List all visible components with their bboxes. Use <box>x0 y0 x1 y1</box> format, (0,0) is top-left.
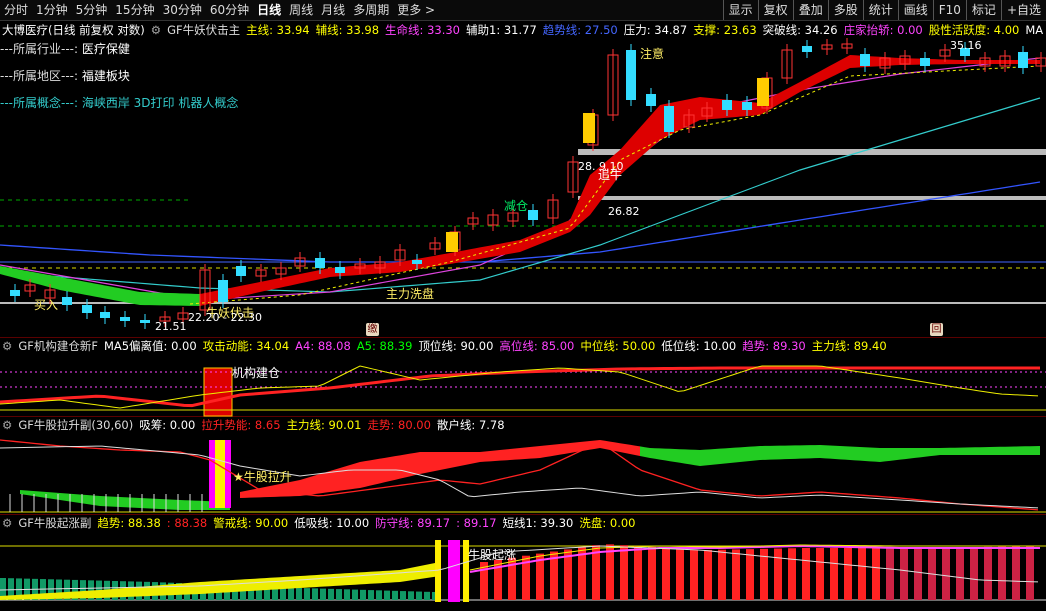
annotation-bull-rise: ★牛股拉升 <box>233 470 292 484</box>
histogram-bar <box>998 546 1006 600</box>
histogram-bar <box>788 548 796 600</box>
candle <box>626 50 636 100</box>
histogram-bar <box>376 590 382 600</box>
candle <box>528 210 538 220</box>
chart-canvas <box>0 38 1046 602</box>
histogram-bar <box>360 589 366 600</box>
candle <box>100 312 110 318</box>
histogram-bar <box>676 548 684 600</box>
histogram-bar <box>648 546 656 600</box>
price-label: 35.16 <box>950 39 982 52</box>
histogram-bar <box>606 544 614 600</box>
histogram-bar <box>1026 546 1034 600</box>
signal-bar <box>446 232 458 252</box>
histogram-bar <box>732 549 740 600</box>
histogram-bar <box>942 547 950 600</box>
histogram-bar <box>296 587 302 600</box>
signal-bar <box>448 540 460 602</box>
histogram-bar <box>620 545 628 600</box>
histogram-bar <box>328 588 334 600</box>
histogram-bar <box>858 548 866 600</box>
histogram-bar <box>416 591 422 600</box>
support-bar <box>578 196 1046 200</box>
histogram-bar <box>704 549 712 600</box>
histogram-bar <box>288 587 294 600</box>
price-label: 22.20 - 22.30 <box>188 311 262 324</box>
rise-area <box>640 445 1040 466</box>
histogram-bar <box>816 548 824 600</box>
annotation-institution: 机构建仓 <box>232 366 281 380</box>
candle <box>646 94 656 106</box>
candle <box>10 290 20 296</box>
histogram-bar <box>368 590 374 600</box>
candle <box>120 317 130 321</box>
annotation-reduce: 减仓 <box>504 199 529 213</box>
histogram-bar <box>914 547 922 600</box>
candle <box>920 58 930 66</box>
candle <box>742 102 752 110</box>
candle <box>236 266 246 276</box>
candle <box>412 260 422 264</box>
histogram-bar <box>304 588 310 600</box>
histogram-bar <box>384 590 390 600</box>
candle <box>62 297 72 305</box>
histogram-bar <box>802 548 810 600</box>
annotation-main-wash: 主力洗盘 <box>386 287 435 301</box>
candle <box>860 54 870 66</box>
histogram-bar <box>774 548 782 600</box>
histogram-bar <box>408 591 414 600</box>
signal-bar <box>757 78 769 106</box>
candle <box>218 280 228 302</box>
histogram-bar <box>900 548 908 600</box>
histogram-bar <box>970 547 978 600</box>
histogram-bar <box>746 549 754 600</box>
histogram-bar <box>844 548 852 600</box>
rise-area <box>240 440 640 498</box>
price-label: 26.82 <box>608 205 640 218</box>
candle <box>722 100 732 110</box>
histogram-bar <box>872 548 880 600</box>
signal-bar <box>435 540 441 602</box>
histogram-bar <box>830 548 838 600</box>
ma-line <box>0 97 1041 293</box>
absorb-area <box>20 490 230 510</box>
signal-bar <box>583 113 595 143</box>
lifeline <box>0 57 1041 301</box>
price-label: 21.51 <box>155 320 187 333</box>
candle <box>1018 52 1028 68</box>
histogram-bar <box>956 547 964 600</box>
histogram-bar <box>400 591 406 600</box>
histogram-bar <box>392 590 398 600</box>
histogram-bar <box>352 589 358 600</box>
histogram-bar <box>718 549 726 600</box>
annotation-attention: 注意 <box>640 47 665 61</box>
histogram-bar <box>984 546 992 600</box>
annotation-buy: 买入 <box>34 298 59 312</box>
candle <box>802 46 812 52</box>
histogram-bar <box>336 589 342 600</box>
histogram-bar <box>312 588 318 600</box>
candle <box>315 258 325 268</box>
signal-badge[interactable]: 缴 <box>366 323 379 336</box>
histogram-bar <box>320 588 326 600</box>
candle <box>82 305 92 313</box>
candle <box>335 267 345 273</box>
candle <box>140 320 150 323</box>
histogram-bar <box>634 546 642 600</box>
histogram-bar <box>662 547 670 600</box>
signal-badge[interactable]: 回 <box>930 323 943 336</box>
histogram-bar <box>344 589 350 600</box>
histogram-bar <box>886 548 894 600</box>
signal-bar <box>215 440 225 508</box>
candle <box>664 106 674 132</box>
price-label: 28. 9.10 <box>578 160 624 173</box>
histogram-bar <box>424 591 430 600</box>
histogram-bar <box>1012 546 1020 600</box>
annotation-bull-start: 牛股起涨 <box>468 548 517 562</box>
histogram-bar <box>690 549 698 600</box>
